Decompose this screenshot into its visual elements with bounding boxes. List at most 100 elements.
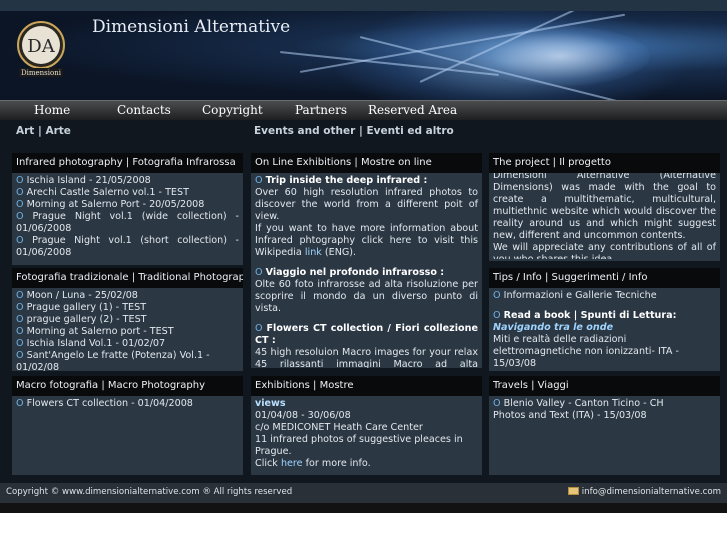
bullet-icon: O: [255, 267, 266, 278]
footer: Copyright © www.dimensionialternative.co…: [0, 483, 727, 503]
wikipedia-link[interactable]: link: [305, 247, 322, 258]
bullet-icon: O: [255, 175, 266, 186]
list-item[interactable]: O Flowers CT collection - 01/04/2008: [16, 398, 239, 410]
bullet-icon: O: [16, 326, 27, 337]
bullet-icon: O: [16, 199, 27, 210]
book-title-link[interactable]: Navigando tra le onde: [493, 322, 716, 334]
panel-project: The project | Il progetto Dimensioni Alt…: [489, 153, 720, 261]
project-text: Dimensioni Alternative (Alternative Dime…: [493, 173, 716, 241]
flowers-title[interactable]: Flowers CT collection / Fiori collezione…: [255, 323, 478, 346]
heading-events-link[interactable]: Events and other: [254, 125, 355, 137]
email-link[interactable]: info@dimensionialternative.com: [567, 487, 721, 497]
list-item[interactable]: O Arechi Castle Salerno vol.1 - TEST: [16, 187, 239, 199]
panel-body: O Ischia Island - 21/05/2008 O Arechi Ca…: [12, 173, 243, 263]
nav-reserved-area[interactable]: Reserved Area: [368, 103, 457, 117]
bullet-icon: O: [16, 302, 27, 313]
nav-home[interactable]: Home: [34, 103, 70, 117]
svg-text:Dimensioni: Dimensioni: [21, 69, 62, 77]
viaggio-title[interactable]: Viaggio nel profondo infrarosso :: [266, 267, 445, 278]
svg-text:DA: DA: [27, 36, 55, 57]
heading-eventi-link[interactable]: Eventi ed altro: [366, 125, 453, 137]
main-content: Art | Arte Events and other | Eventi ed …: [0, 120, 727, 483]
bullet-icon: O: [255, 323, 267, 334]
heading-art-link[interactable]: Art: [16, 125, 34, 137]
read-book-title: Read a book | Spunti di Lettura:: [503, 310, 677, 321]
panel-tips: Tips / Info | Suggerimenti / Info O Info…: [489, 268, 720, 371]
list-item[interactable]: O Morning at Salerno Port - 20/05/2008: [16, 199, 239, 211]
panel-body: O Trip inside the deep infrared : Over 6…: [251, 173, 482, 368]
project-contrib: We will appreciate any contributions of …: [493, 242, 716, 259]
site-title: Dimensioni Alternative: [92, 17, 291, 37]
panel-title: Macro fotografia | Macro Photography: [12, 376, 243, 396]
envelope-icon: [567, 487, 579, 495]
exhibition-place: c/o MEDICONET Heath Care Center: [255, 422, 423, 433]
list-item[interactable]: O prague gallery (2) - TEST: [16, 314, 239, 326]
header-banner: DA Dimensioni Dimensioni Alternative: [0, 11, 727, 100]
panel-body: O Flowers CT collection - 01/04/2008: [12, 396, 243, 412]
bullet-icon: O: [493, 310, 504, 321]
panel-title: Fotografia tradizionale | Traditional Ph…: [12, 268, 243, 288]
viaggio-text: Olte 60 foto infrarosse ad alta risoluzi…: [255, 279, 478, 314]
top-bar: [0, 0, 727, 11]
list-item[interactable]: O Prague Night vol.1 (short collection) …: [16, 235, 239, 259]
travel-subtext: Photos and Text (ITA) - 15/03/08: [493, 410, 647, 421]
trip-title[interactable]: Trip inside the deep infrared :: [266, 175, 428, 186]
bullet-icon: O: [493, 290, 504, 301]
panel-macro: Macro fotografia | Macro Photography O F…: [12, 376, 243, 475]
bullet-icon: O: [493, 398, 504, 409]
flowers-text: 45 high resoluion Macro images for your …: [255, 347, 478, 368]
panel-travels: Travels | Viaggi O Blenio Valley - Canto…: [489, 376, 720, 475]
panel-title: Tips / Info | Suggerimenti / Info: [489, 268, 720, 288]
list-item[interactable]: O Ischia Island Vol.1 - 01/02/07: [16, 338, 239, 350]
site-logo[interactable]: DA Dimensioni: [15, 15, 67, 83]
panel-traditional: Fotografia tradizionale | Traditional Ph…: [12, 268, 243, 371]
bottom-bar: [0, 503, 727, 513]
bullet-icon: O: [16, 350, 27, 361]
panel-infrared: Infrared photography | Fotografia Infrar…: [12, 153, 243, 265]
nav-partners[interactable]: Partners: [295, 103, 347, 117]
email-address: info@dimensionialternative.com: [581, 487, 721, 497]
bullet-icon: O: [16, 314, 27, 325]
panel-body: views 01/04/08 - 30/06/08 c/o MEDICONET …: [251, 396, 482, 475]
exhibition-desc: 11 infrared photos of suggestive pleaces…: [255, 434, 463, 457]
heading-separator: |: [358, 125, 363, 137]
panel-title: Infrared photography | Fotografia Infrar…: [12, 153, 243, 173]
panel-body: Dimensioni Alternative (Alternative Dime…: [489, 173, 720, 259]
bullet-icon: O: [16, 211, 33, 222]
exhibition-more: Click here for more info.: [255, 458, 371, 469]
trip-text: Over 60 high resolution infrared photos …: [255, 187, 478, 222]
main-nav: Home Contacts Copyright Partners Reserve…: [0, 100, 727, 120]
banner-glow-core: [470, 26, 650, 86]
list-item[interactable]: O Informazioni e Gallerie Tecniche: [493, 290, 716, 302]
bullet-icon: O: [16, 338, 27, 349]
bullet-icon: O: [16, 187, 27, 198]
panel-exhibitions: Exhibitions | Mostre views 01/04/08 - 30…: [251, 376, 482, 475]
page: DA Dimensioni Dimensioni Alternative Hom…: [0, 0, 727, 545]
list-item[interactable]: O Prague Night vol.1 (wide collection) -…: [16, 211, 239, 235]
list-item[interactable]: O Sant'Angelo Le fratte (Potenza) Vol.1 …: [16, 350, 239, 371]
column-heading-art: Art | Arte: [16, 125, 71, 137]
bullet-icon: O: [16, 290, 27, 301]
heading-arte-link[interactable]: Arte: [45, 125, 70, 137]
bullet-icon: O: [16, 398, 27, 409]
list-item[interactable]: O Blenio Valley - Canton Ticino - CH: [493, 398, 716, 410]
views-label[interactable]: views: [255, 398, 478, 410]
trip-info: If you want to have more information abo…: [255, 223, 478, 258]
list-item[interactable]: O Morning at Salerno port - TEST: [16, 326, 239, 338]
nav-copyright[interactable]: Copyright: [202, 103, 263, 117]
heading-separator: |: [37, 125, 42, 137]
more-info-link[interactable]: here: [281, 458, 303, 469]
panel-title: The project | Il progetto: [489, 153, 720, 173]
nav-contacts[interactable]: Contacts: [117, 103, 171, 117]
book-desc: Miti e realtà delle radiazioni elettroma…: [493, 334, 679, 369]
panel-title: Travels | Viaggi: [489, 376, 720, 396]
list-item[interactable]: O Ischia Island - 21/05/2008: [16, 175, 239, 187]
list-item[interactable]: O Moon / Luna - 25/02/08: [16, 290, 239, 302]
exhibition-dates: 01/04/08 - 30/06/08: [255, 410, 351, 421]
list-item[interactable]: O Prague gallery (1) - TEST: [16, 302, 239, 314]
panel-body: O Moon / Luna - 25/02/08 O Prague galler…: [12, 288, 243, 371]
logo-emblem-icon: DA Dimensioni: [17, 21, 65, 77]
panel-online-exhibitions: On Line Exhibitions | Mostre on line O T…: [251, 153, 482, 368]
panel-title: On Line Exhibitions | Mostre on line: [251, 153, 482, 173]
bullet-icon: O: [16, 235, 33, 246]
